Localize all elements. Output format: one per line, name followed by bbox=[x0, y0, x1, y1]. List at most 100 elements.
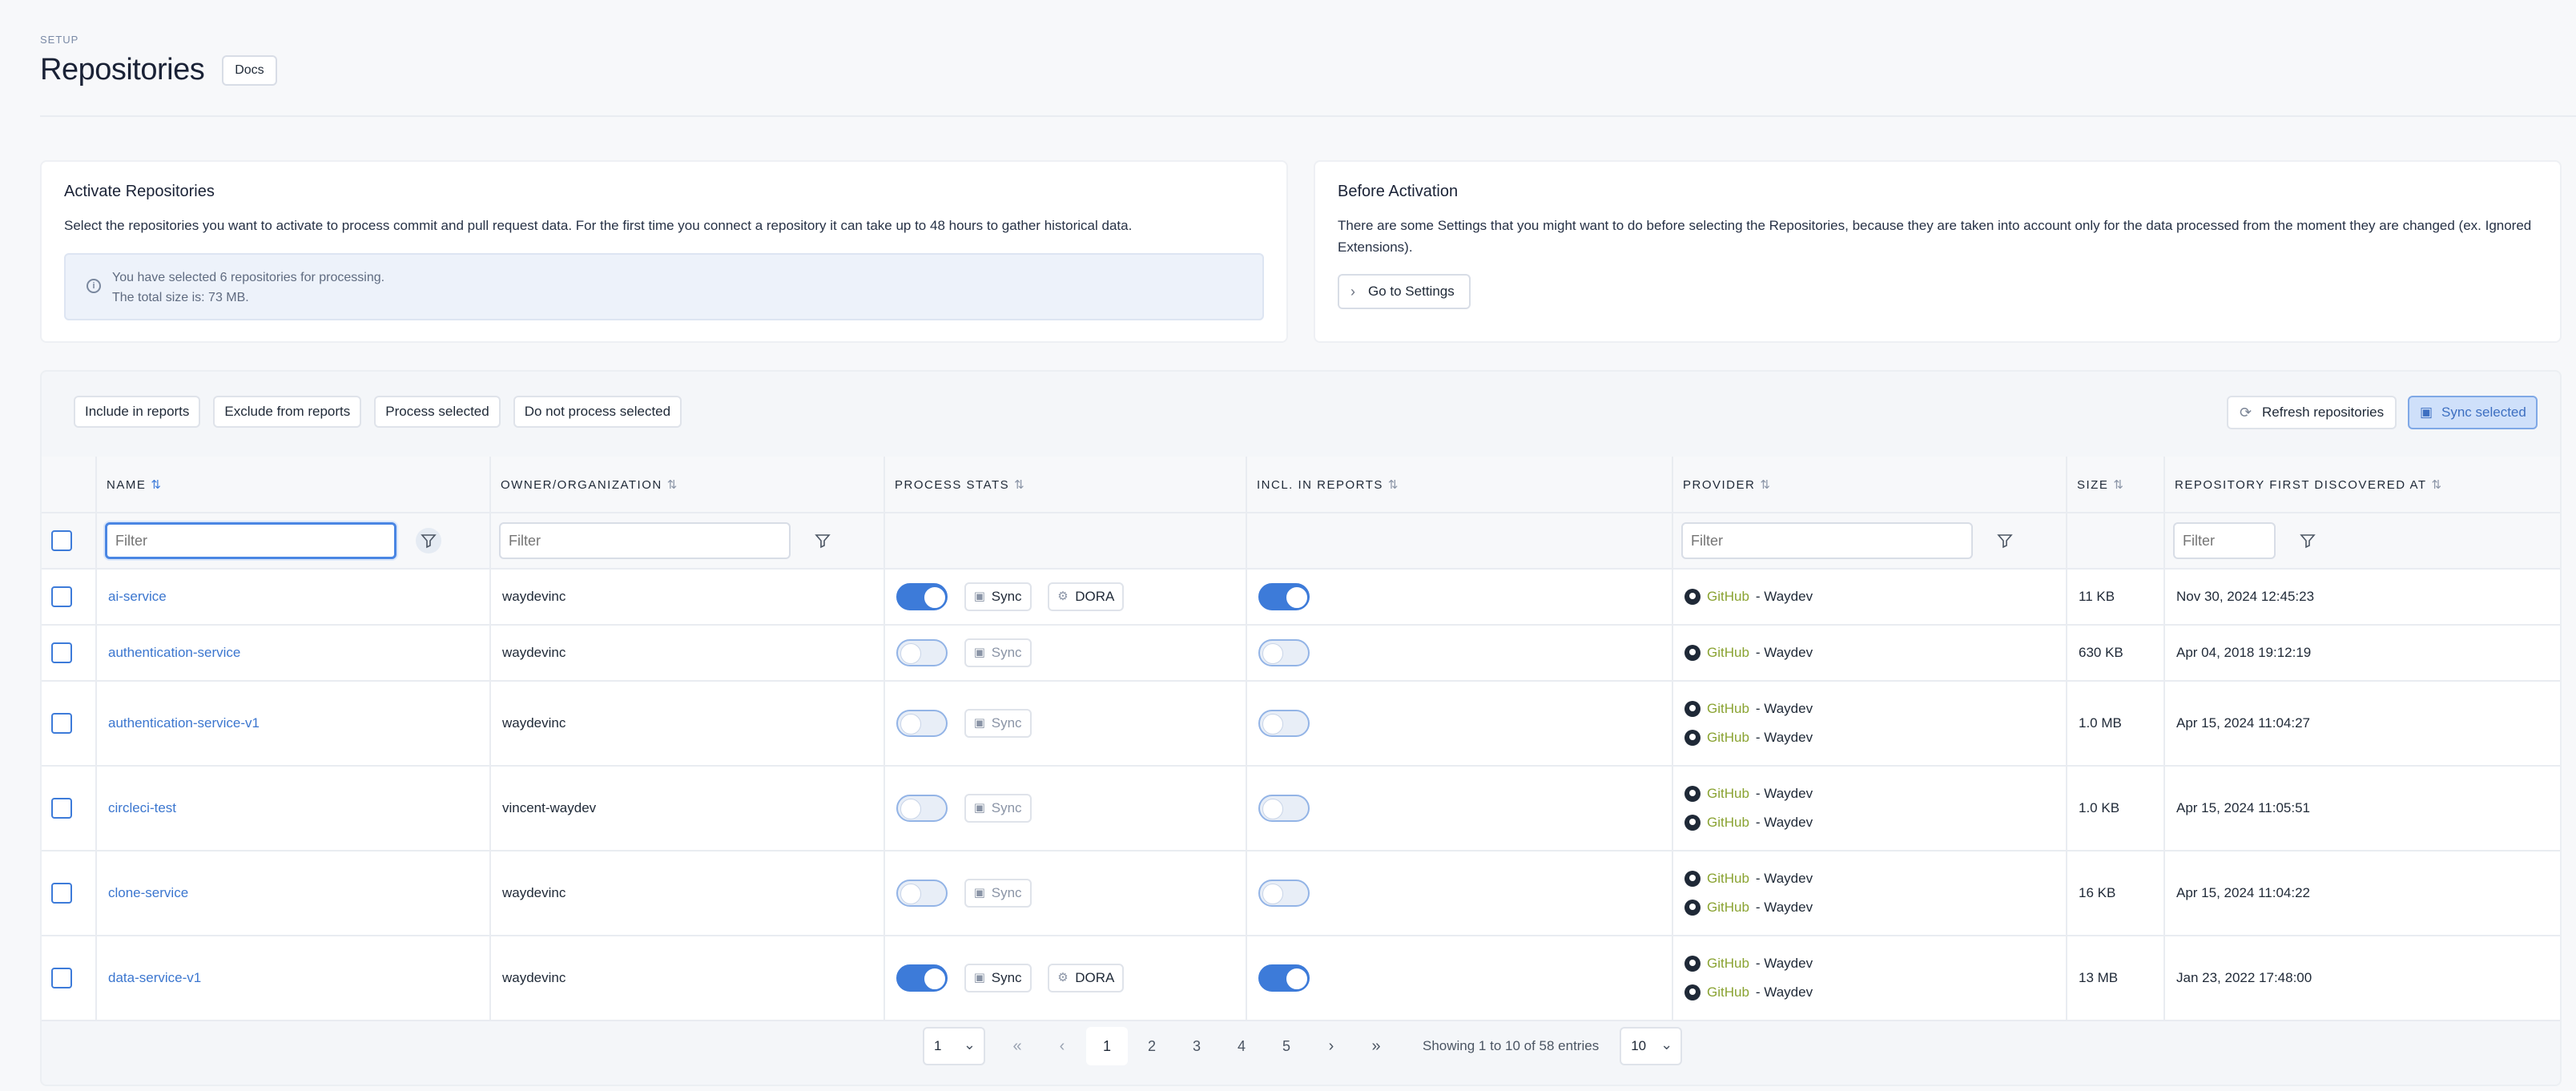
dora-button[interactable]: ⚙ DORA bbox=[1048, 582, 1125, 611]
provider-name[interactable]: GitHub bbox=[1707, 984, 1749, 1000]
column-header-provider[interactable]: PROVIDER ⇅ bbox=[1672, 457, 2067, 513]
discovered-at-cell: Apr 15, 2024 11:04:27 bbox=[2163, 681, 2560, 767]
column-header-process-stats[interactable]: PROCESS STATS ⇅ bbox=[883, 457, 1246, 513]
column-header-discovered[interactable]: REPOSITORY FIRST DISCOVERED AT ⇅ bbox=[2163, 457, 2560, 513]
process-stats-toggle[interactable] bbox=[896, 710, 948, 737]
page-button-2[interactable]: 2 bbox=[1131, 1027, 1173, 1065]
sync-button[interactable]: ▣ Sync bbox=[964, 709, 1032, 738]
sort-icon: ⇅ bbox=[151, 477, 161, 492]
provider-name[interactable]: GitHub bbox=[1707, 589, 1749, 605]
gear-icon: ⚙ bbox=[1057, 971, 1069, 984]
first-page-button[interactable]: « bbox=[996, 1027, 1038, 1065]
provider-name[interactable]: GitHub bbox=[1707, 701, 1749, 717]
include-in-reports-toggle[interactable] bbox=[1258, 964, 1310, 992]
provider-org: - Waydev bbox=[1755, 871, 1813, 886]
dora-button[interactable]: ⚙ DORA bbox=[1048, 964, 1125, 992]
github-icon bbox=[1684, 589, 1701, 605]
repo-name-link[interactable]: circleci-test bbox=[108, 800, 176, 815]
sync-button[interactable]: ▣ Sync bbox=[964, 582, 1032, 611]
sync-button[interactable]: ▣ Sync bbox=[964, 794, 1032, 823]
include-in-reports-toggle[interactable] bbox=[1258, 639, 1310, 666]
next-page-button[interactable]: › bbox=[1310, 1027, 1352, 1065]
process-stats-toggle[interactable] bbox=[896, 583, 948, 610]
row-checkbox[interactable] bbox=[51, 713, 72, 734]
column-header-owner[interactable]: OWNER/ORGANIZATION ⇅ bbox=[489, 457, 884, 513]
repo-name-link[interactable]: authentication-service-v1 bbox=[108, 715, 260, 731]
repo-name-link[interactable]: clone-service bbox=[108, 885, 188, 900]
page-select[interactable]: 1 ⌄ bbox=[923, 1027, 985, 1065]
row-checkbox[interactable] bbox=[51, 968, 72, 988]
prev-page-button[interactable]: ‹ bbox=[1041, 1027, 1083, 1065]
page-button-1[interactable]: 1 bbox=[1086, 1027, 1128, 1065]
go-to-settings-button[interactable]: › Go to Settings bbox=[1338, 274, 1471, 309]
page-button-3[interactable]: 3 bbox=[1176, 1027, 1218, 1065]
sync-button[interactable]: ▣ Sync bbox=[964, 964, 1032, 992]
provider-filter-input[interactable] bbox=[1681, 522, 1973, 559]
filter-icon[interactable] bbox=[1992, 528, 2018, 554]
last-page-button[interactable]: » bbox=[1355, 1027, 1397, 1065]
provider-org: - Waydev bbox=[1755, 589, 1813, 604]
table-row: ai-service waydevinc ▣ Sync ⚙ DORA GitHub … bbox=[42, 569, 2560, 626]
include-in-reports-toggle[interactable] bbox=[1258, 710, 1310, 737]
page-button-4[interactable]: 4 bbox=[1221, 1027, 1262, 1065]
provider-name[interactable]: GitHub bbox=[1707, 786, 1749, 802]
provider-name[interactable]: GitHub bbox=[1707, 871, 1749, 887]
row-checkbox[interactable] bbox=[51, 883, 72, 904]
provider-entry: GitHub - Waydev bbox=[1684, 723, 2066, 752]
per-page-select[interactable]: 10 ⌄ bbox=[1620, 1027, 1683, 1065]
process-stats-toggle[interactable] bbox=[896, 795, 948, 822]
sync-button[interactable]: ▣ Sync bbox=[964, 638, 1032, 667]
row-checkbox[interactable] bbox=[51, 798, 72, 819]
repo-name-link[interactable]: authentication-service bbox=[108, 645, 240, 660]
page-button-5[interactable]: 5 bbox=[1266, 1027, 1307, 1065]
row-checkbox[interactable] bbox=[51, 586, 72, 607]
owner-cell: waydevinc bbox=[489, 569, 884, 626]
include-in-reports-toggle[interactable] bbox=[1258, 583, 1310, 610]
process-selected-button[interactable]: Process selected bbox=[374, 396, 501, 428]
repo-name-link[interactable]: ai-service bbox=[108, 589, 167, 604]
docs-button[interactable]: Docs bbox=[222, 54, 277, 86]
provider-name[interactable]: GitHub bbox=[1707, 956, 1749, 972]
discovered-filter-input[interactable] bbox=[2173, 522, 2276, 559]
provider-name[interactable]: GitHub bbox=[1707, 900, 1749, 916]
sync-selected-button[interactable]: ▣ Sync selected bbox=[2408, 396, 2538, 429]
include-in-reports-toggle[interactable] bbox=[1258, 795, 1310, 822]
exclude-from-reports-button[interactable]: Exclude from reports bbox=[213, 396, 362, 428]
include-in-reports-button[interactable]: Include in reports bbox=[74, 396, 201, 428]
filter-icon[interactable] bbox=[416, 528, 442, 554]
column-header-incl-in-reports[interactable]: INCL. IN REPORTS ⇅ bbox=[1246, 457, 1672, 513]
repositories-table: NAME ⇅ OWNER/ORGANIZATION ⇅ PROCESS STATS ⇅… bbox=[42, 457, 2560, 1021]
provider-org: - Waydev bbox=[1755, 786, 1813, 801]
repo-name-link[interactable]: data-service-v1 bbox=[108, 970, 201, 985]
provider-name[interactable]: GitHub bbox=[1707, 730, 1749, 746]
column-header-name[interactable]: NAME ⇅ bbox=[95, 457, 490, 513]
provider-name[interactable]: GitHub bbox=[1707, 645, 1749, 661]
process-stats-toggle[interactable] bbox=[896, 880, 948, 907]
column-header-size[interactable]: SIZE ⇅ bbox=[2066, 457, 2164, 513]
name-filter-input[interactable] bbox=[105, 522, 396, 559]
entries-summary: Showing 1 to 10 of 58 entries bbox=[1423, 1038, 1600, 1053]
table-row: authentication-service-v1 waydevinc ▣ Syn… bbox=[42, 681, 2560, 767]
provider-org: - Waydev bbox=[1755, 730, 1813, 745]
before-card-title: Before Activation bbox=[1338, 183, 1459, 200]
owner-filter-input[interactable] bbox=[499, 522, 791, 559]
before-card-description: There are some Settings that you might w… bbox=[1338, 218, 2532, 255]
row-checkbox[interactable] bbox=[51, 642, 72, 663]
refresh-repositories-button[interactable]: ⟳ Refresh repositories bbox=[2227, 396, 2397, 429]
selection-info-box: i You have selected 6 repositories for p… bbox=[64, 253, 1264, 320]
table-row: circleci-test vincent-waydev ▣ Sync GitHu… bbox=[42, 766, 2560, 851]
process-stats-toggle[interactable] bbox=[896, 964, 948, 992]
process-stats-toggle[interactable] bbox=[896, 639, 948, 666]
discovered-at-cell: Jan 23, 2022 17:48:00 bbox=[2163, 936, 2560, 1021]
select-all-checkbox[interactable] bbox=[51, 530, 72, 551]
provider-name[interactable]: GitHub bbox=[1707, 815, 1749, 831]
filter-icon[interactable] bbox=[810, 528, 835, 554]
go-to-settings-label: Go to Settings bbox=[1368, 284, 1455, 299]
owner-cell: waydevinc bbox=[489, 851, 884, 936]
sync-button[interactable]: ▣ Sync bbox=[964, 879, 1032, 908]
discovered-at-cell: Apr 04, 2018 19:12:19 bbox=[2163, 625, 2560, 682]
filter-icon[interactable] bbox=[2295, 528, 2320, 554]
include-in-reports-toggle[interactable] bbox=[1258, 880, 1310, 907]
do-not-process-selected-button[interactable]: Do not process selected bbox=[513, 396, 682, 428]
save-icon: ▣ bbox=[2420, 405, 2433, 420]
